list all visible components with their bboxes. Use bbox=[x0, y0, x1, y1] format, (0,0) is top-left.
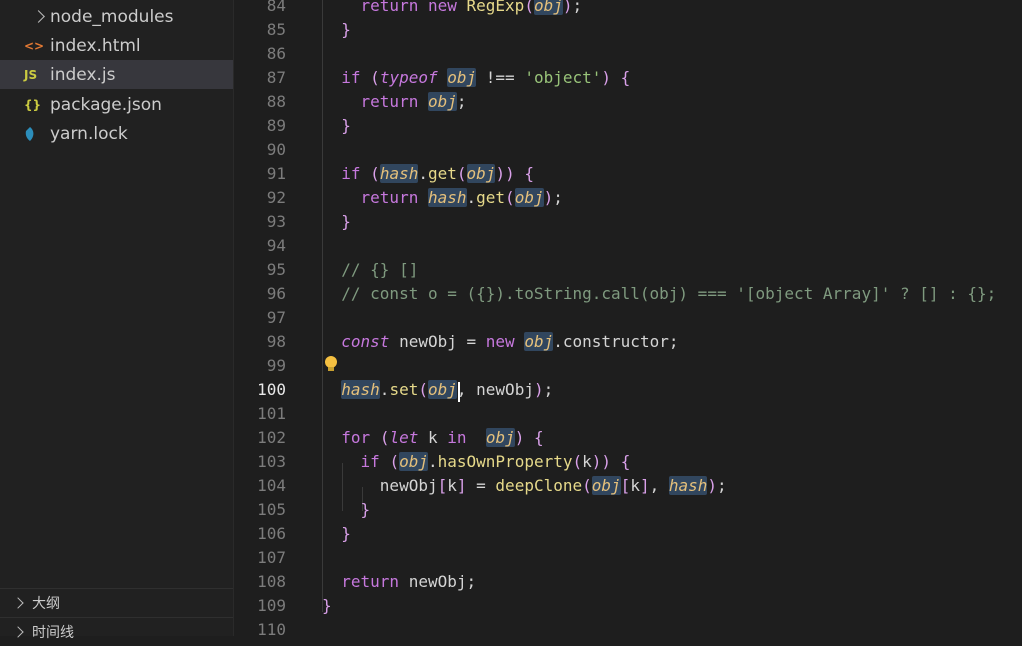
line-number: 95 bbox=[266, 260, 286, 279]
json-file-icon: {} bbox=[24, 97, 42, 112]
line-number: 108 bbox=[257, 572, 286, 591]
line-number: 101 bbox=[257, 404, 286, 423]
code-text[interactable]: return hash.get(obj); bbox=[322, 186, 563, 210]
line-number: 100 bbox=[257, 380, 286, 399]
code-line[interactable]: 99 bbox=[234, 354, 1022, 378]
line-number: 89 bbox=[266, 116, 286, 135]
code-line[interactable]: 94 bbox=[234, 234, 1022, 258]
code-text[interactable]: } bbox=[322, 210, 351, 234]
line-number: 107 bbox=[257, 548, 286, 567]
code-text[interactable]: const newObj = new obj.constructor; bbox=[322, 330, 678, 354]
code-editor[interactable]: 84 return new RegExp(obj); 85 } 86 87 if (t… bbox=[234, 0, 1022, 639]
code-text[interactable]: } bbox=[322, 594, 332, 618]
tree-item-label: index.html bbox=[50, 35, 141, 56]
code-text[interactable]: for (let k in obj) { bbox=[322, 426, 544, 450]
outline-panel-header[interactable]: 大纲 bbox=[0, 589, 233, 617]
code-line[interactable]: 110 bbox=[234, 618, 1022, 642]
tree-item-node-modules[interactable]: node_modules bbox=[0, 2, 233, 31]
html-file-icon: <> bbox=[24, 38, 45, 53]
tree-item-index-js[interactable]: JS index.js bbox=[0, 60, 233, 89]
line-number: 110 bbox=[257, 620, 286, 639]
explorer-sidebar: node_modules <> index.html JS index.js {… bbox=[0, 0, 234, 641]
code-text[interactable]: return newObj; bbox=[322, 570, 476, 594]
tree-item-label: node_modules bbox=[50, 6, 174, 27]
code-line[interactable]: 92 return hash.get(obj); bbox=[234, 186, 1022, 210]
chevron-right-icon bbox=[12, 597, 24, 609]
timeline-label: 时间线 bbox=[32, 625, 74, 641]
code-line[interactable]: 85 } bbox=[234, 18, 1022, 42]
code-line[interactable]: 86 bbox=[234, 42, 1022, 66]
code-line[interactable]: 108 return newObj; bbox=[234, 570, 1022, 594]
line-number: 85 bbox=[266, 20, 286, 39]
code-text[interactable]: } bbox=[322, 498, 371, 522]
outline-label: 大纲 bbox=[32, 596, 60, 612]
tree-item-label: yarn.lock bbox=[50, 123, 128, 144]
code-text[interactable]: } bbox=[322, 522, 351, 546]
code-line[interactable]: 84 return new RegExp(obj); bbox=[234, 0, 1022, 18]
tree-item-index-html[interactable]: <> index.html bbox=[0, 31, 233, 60]
line-number: 92 bbox=[266, 188, 286, 207]
code-text[interactable]: if (hash.get(obj)) { bbox=[322, 162, 534, 186]
code-text[interactable]: return obj; bbox=[322, 90, 467, 114]
code-text[interactable]: } bbox=[322, 114, 351, 138]
code-text[interactable]: if (obj.hasOwnProperty(k)) { bbox=[322, 450, 630, 474]
yarn-file-icon bbox=[24, 126, 50, 141]
code-line[interactable]: 95 // {} [] bbox=[234, 258, 1022, 282]
line-number: 91 bbox=[266, 164, 286, 183]
line-number: 99 bbox=[266, 356, 286, 375]
line-number: 88 bbox=[266, 92, 286, 111]
tree-item-yarn-lock[interactable]: yarn.lock bbox=[0, 119, 233, 148]
code-text[interactable]: if (typeof obj !== 'object') { bbox=[322, 66, 630, 90]
line-number: 109 bbox=[257, 596, 286, 615]
chevron-right-icon bbox=[32, 10, 50, 23]
code-line[interactable]: 87 if (typeof obj !== 'object') { bbox=[234, 66, 1022, 90]
code-text[interactable]: // {} [] bbox=[322, 258, 418, 282]
tree-item-label: index.js bbox=[50, 64, 116, 85]
code-line[interactable]: 106 } bbox=[234, 522, 1022, 546]
code-line[interactable]: 96 // const o = ({}).toString.call(obj) … bbox=[234, 282, 1022, 306]
code-line[interactable]: 103 if (obj.hasOwnProperty(k)) { bbox=[234, 450, 1022, 474]
code-line[interactable]: 101 bbox=[234, 402, 1022, 426]
code-line[interactable]: 97 bbox=[234, 306, 1022, 330]
line-number: 104 bbox=[257, 476, 286, 495]
line-number: 102 bbox=[257, 428, 286, 447]
tree-item-package-json[interactable]: {} package.json bbox=[0, 90, 233, 119]
line-number: 97 bbox=[266, 308, 286, 327]
line-number: 98 bbox=[266, 332, 286, 351]
code-line[interactable]: 89 } bbox=[234, 114, 1022, 138]
line-number: 90 bbox=[266, 140, 286, 159]
code-text[interactable]: return new RegExp(obj); bbox=[322, 0, 582, 18]
code-line[interactable]: 100 hash.set(obj, newObj); bbox=[234, 378, 1022, 402]
line-number: 106 bbox=[257, 524, 286, 543]
line-number: 103 bbox=[257, 452, 286, 471]
code-text[interactable]: hash.set(obj, newObj); bbox=[322, 378, 553, 402]
code-line[interactable]: 93 } bbox=[234, 210, 1022, 234]
line-number: 96 bbox=[266, 284, 286, 303]
js-file-icon: JS bbox=[24, 67, 38, 82]
line-number: 84 bbox=[266, 0, 286, 15]
code-line[interactable]: 105 } bbox=[234, 498, 1022, 522]
line-number: 86 bbox=[266, 44, 286, 63]
code-line[interactable]: 102 for (let k in obj) { bbox=[234, 426, 1022, 450]
code-text[interactable]: newObj[k] = deepClone(obj[k], hash); bbox=[322, 474, 727, 498]
line-number: 94 bbox=[266, 236, 286, 255]
code-line[interactable]: 88 return obj; bbox=[234, 90, 1022, 114]
code-text[interactable]: } bbox=[322, 18, 351, 42]
tree-item-label: package.json bbox=[50, 94, 162, 115]
code-text[interactable]: // const o = ({}).toString.call(obj) ===… bbox=[322, 282, 996, 306]
code-line[interactable]: 104 newObj[k] = deepClone(obj[k], hash); bbox=[234, 474, 1022, 498]
code-line[interactable]: 109} bbox=[234, 594, 1022, 618]
timeline-panel-header[interactable]: 时间线 bbox=[0, 618, 233, 646]
code-line[interactable]: 91 if (hash.get(obj)) { bbox=[234, 162, 1022, 186]
line-number: 105 bbox=[257, 500, 286, 519]
code-line[interactable]: 98 const newObj = new obj.constructor; bbox=[234, 330, 1022, 354]
line-number: 87 bbox=[266, 68, 286, 87]
code-line[interactable]: 90 bbox=[234, 138, 1022, 162]
code-line[interactable]: 107 bbox=[234, 546, 1022, 570]
line-number: 93 bbox=[266, 212, 286, 231]
